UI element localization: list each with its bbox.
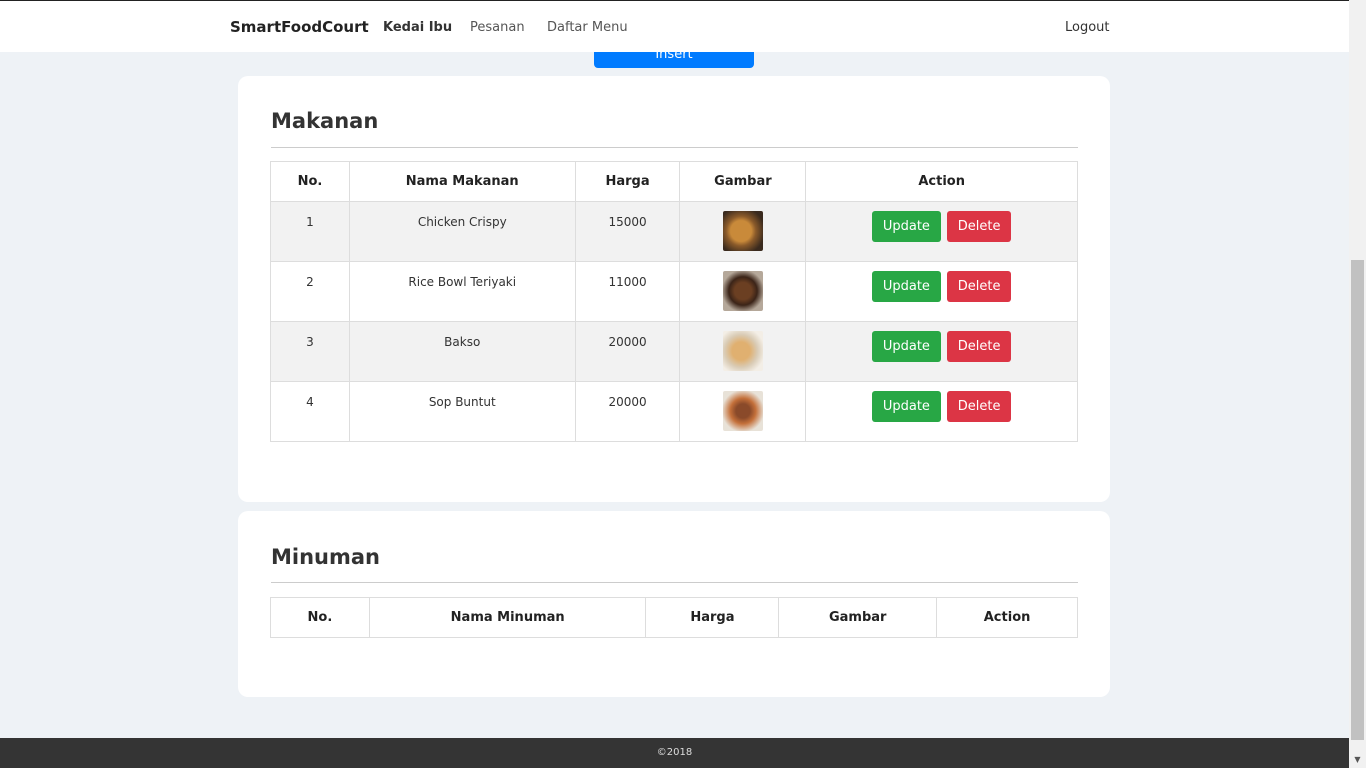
column-header: Gambar <box>778 597 938 638</box>
food-price: 20000 <box>574 321 681 382</box>
action-cell: Update Delete <box>805 381 1078 442</box>
minuman-card: Minuman No. Nama Minuman Harga Gambar Ac… <box>238 511 1110 697</box>
row-number: 1 <box>270 201 350 262</box>
delete-button[interactable]: Delete <box>946 271 1012 302</box>
scroll-down-icon[interactable]: ▼ <box>1349 751 1366 768</box>
food-image-cell <box>679 261 807 322</box>
scrollbar[interactable]: ▼ <box>1349 0 1366 768</box>
row-number: 3 <box>270 321 350 382</box>
navbar: SmartFoodCourt Kedai Ibu Pesanan Daftar … <box>0 0 1349 52</box>
table-row: 1 Chicken Crispy 15000 Update Delete <box>270 201 1078 262</box>
scrollbar-thumb[interactable] <box>1351 260 1364 740</box>
bakso-photo <box>722 331 763 371</box>
row-number: 2 <box>270 261 350 322</box>
row-number: 4 <box>270 381 350 442</box>
footer: ©2018 <box>0 738 1349 768</box>
food-image-cell <box>679 381 807 442</box>
makanan-title: Makanan <box>271 109 379 133</box>
action-cell: Update Delete <box>805 201 1078 262</box>
makanan-card: Makanan No. Nama Makanan Harga Gambar Ac… <box>238 76 1110 502</box>
brand[interactable]: SmartFoodCourt <box>230 18 369 36</box>
column-header: Action <box>936 597 1078 638</box>
delete-button[interactable]: Delete <box>946 391 1012 422</box>
food-name: Rice Bowl Teriyaki <box>348 261 576 322</box>
delete-button[interactable]: Delete <box>946 331 1012 362</box>
rice-bowl-photo <box>722 271 763 311</box>
food-price: 11000 <box>574 261 681 322</box>
action-cell: Update Delete <box>805 261 1078 322</box>
chicken-crispy-photo <box>722 211 763 251</box>
food-name: Sop Buntut <box>348 381 576 442</box>
column-header: Gambar <box>679 161 807 202</box>
minuman-table: No. Nama Minuman Harga Gambar Action <box>270 597 1078 638</box>
nav-kedai-ibu[interactable]: Kedai Ibu <box>383 20 452 35</box>
update-button[interactable]: Update <box>871 391 941 422</box>
delete-button[interactable]: Delete <box>946 211 1012 242</box>
table-row: 3 Bakso 20000 Update Delete <box>270 321 1078 382</box>
column-header: Harga <box>645 597 780 638</box>
food-name: Chicken Crispy <box>348 201 576 262</box>
column-header: Nama Makanan <box>348 161 576 202</box>
column-header: No. <box>270 161 350 202</box>
nav-pesanan[interactable]: Pesanan <box>470 20 525 35</box>
divider <box>271 582 1078 583</box>
column-header: Harga <box>574 161 681 202</box>
update-button[interactable]: Update <box>871 271 941 302</box>
minuman-title: Minuman <box>271 545 380 569</box>
logout-link[interactable]: Logout <box>1065 20 1110 35</box>
sop-buntut-photo <box>722 391 763 431</box>
update-button[interactable]: Update <box>871 331 941 362</box>
food-price: 15000 <box>574 201 681 262</box>
food-image-cell <box>679 201 807 262</box>
makanan-table: No. Nama Makanan Harga Gambar Action 1 C… <box>270 161 1078 442</box>
food-name: Bakso <box>348 321 576 382</box>
table-row: 4 Sop Buntut 20000 Update Delete <box>270 381 1078 442</box>
divider <box>271 147 1078 148</box>
update-button[interactable]: Update <box>871 211 941 242</box>
nav-daftar-menu[interactable]: Daftar Menu <box>547 20 628 35</box>
action-cell: Update Delete <box>805 321 1078 382</box>
table-row: 2 Rice Bowl Teriyaki 11000 Update Delete <box>270 261 1078 322</box>
column-header: Action <box>805 161 1078 202</box>
column-header: Nama Minuman <box>368 597 647 638</box>
column-header: No. <box>270 597 370 638</box>
food-image-cell <box>679 321 807 382</box>
food-price: 20000 <box>574 381 681 442</box>
